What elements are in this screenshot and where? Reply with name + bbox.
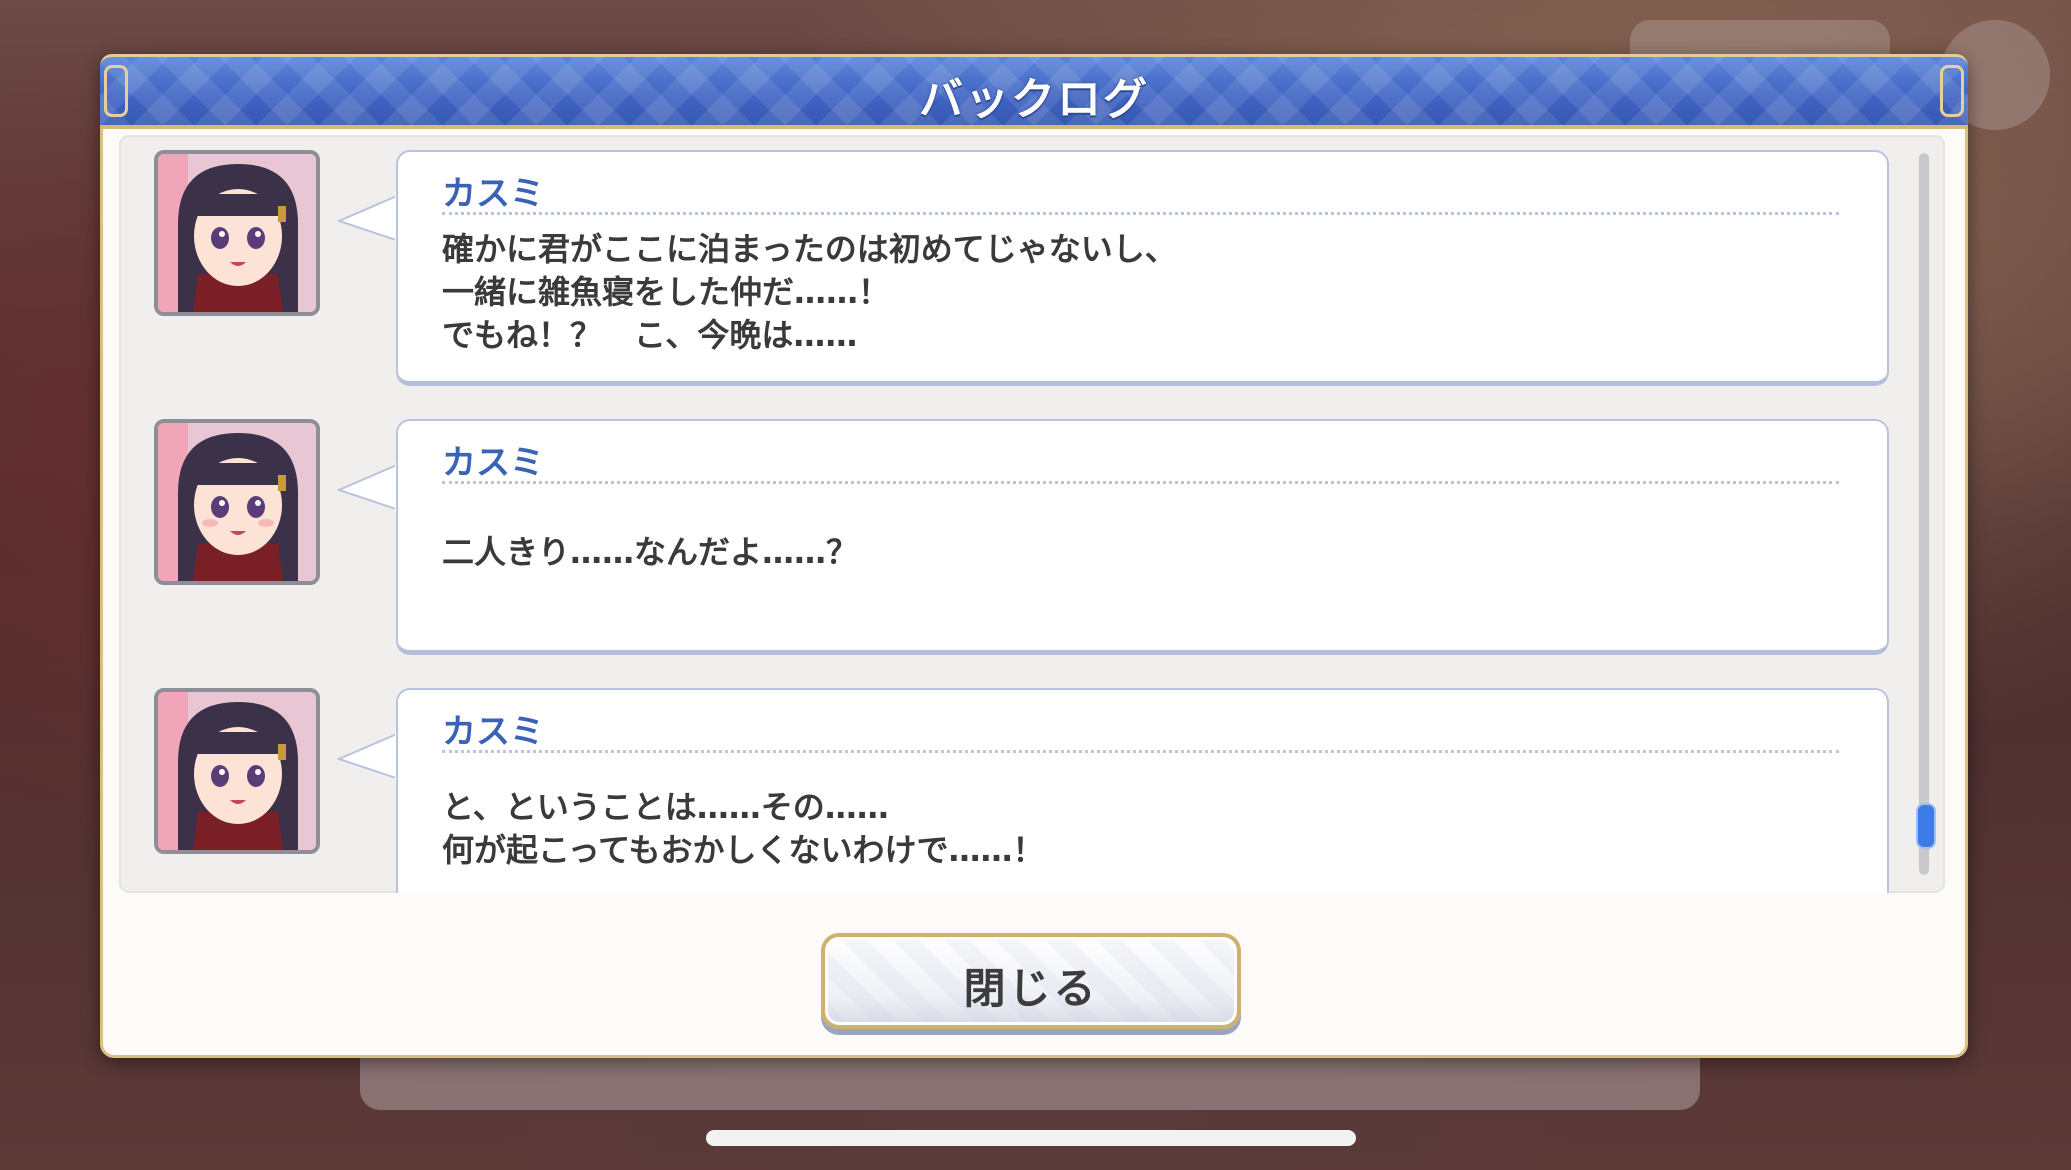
message-line: 何が起こってもおかしくないわけで……！ [442, 831, 1045, 869]
log-entry: カスミ 確かに君がここに泊まったのは初めてじゃないし、 一緒に雑魚寝をした仲だ…… [119, 135, 1945, 386]
character-avatar [154, 688, 320, 854]
dialog-title: バックログ [919, 74, 1149, 125]
scrollbar-thumb[interactable] [1916, 803, 1936, 849]
message-line: でもね！？ こ、今晩は…… [442, 316, 858, 354]
home-indicator[interactable] [706, 1130, 1356, 1146]
backlog-dialog: バックログ カスミ 確かに君がここに泊まったのは初めてじゃないし、 一緒に雑魚寝… [100, 54, 1968, 1058]
scrollbar-track[interactable] [1916, 153, 1936, 875]
message-bubble: カスミ 確かに君がここに泊まったのは初めてじゃないし、 一緒に雑魚寝をした仲だ…… [396, 150, 1889, 386]
log-entry: カスミ 二人きり……なんだよ……？ [119, 404, 1945, 655]
character-avatar [154, 419, 320, 585]
message-bubble: カスミ と、ということは……その…… 何が起こってもおかしくないわけで……！ [396, 688, 1889, 893]
speaker-name: カスミ [442, 443, 544, 483]
speech-tail [337, 731, 399, 781]
speaker-name: カスミ [442, 174, 544, 214]
log-entry: カスミ と、ということは……その…… 何が起こってもおかしくないわけで……！ [119, 673, 1945, 893]
dialog-header: バックログ [100, 54, 1968, 129]
speech-tail [337, 462, 399, 512]
close-button-label: 閉じる [963, 964, 1099, 1013]
character-avatar [154, 150, 320, 316]
message-line: 確かに君がここに泊まったのは初めてじゃないし、 [442, 230, 1177, 268]
message-line: と、ということは……その…… [442, 788, 889, 826]
name-divider [442, 481, 1839, 484]
message-bubble: カスミ 二人きり……なんだよ……？ [396, 419, 1889, 655]
speech-tail [337, 193, 399, 243]
message-line: 二人きり……なんだよ……？ [442, 533, 859, 571]
backlog-list[interactable]: カスミ 確かに君がここに泊まったのは初めてじゃないし、 一緒に雑魚寝をした仲だ…… [119, 135, 1945, 893]
message-text: 二人きり……なんだよ……？ [442, 531, 1847, 574]
close-button[interactable]: 閉じる [821, 933, 1241, 1029]
message-text: と、ということは……その…… 何が起こってもおかしくないわけで……！ [442, 786, 1847, 872]
message-text: 確かに君がここに泊まったのは初めてじゃないし、 一緒に雑魚寝をした仲だ……！ で… [442, 228, 1847, 357]
name-divider [442, 212, 1839, 215]
message-line: 一緒に雑魚寝をした仲だ……！ [442, 273, 891, 311]
speaker-name: カスミ [442, 712, 544, 752]
name-divider [442, 750, 1839, 753]
